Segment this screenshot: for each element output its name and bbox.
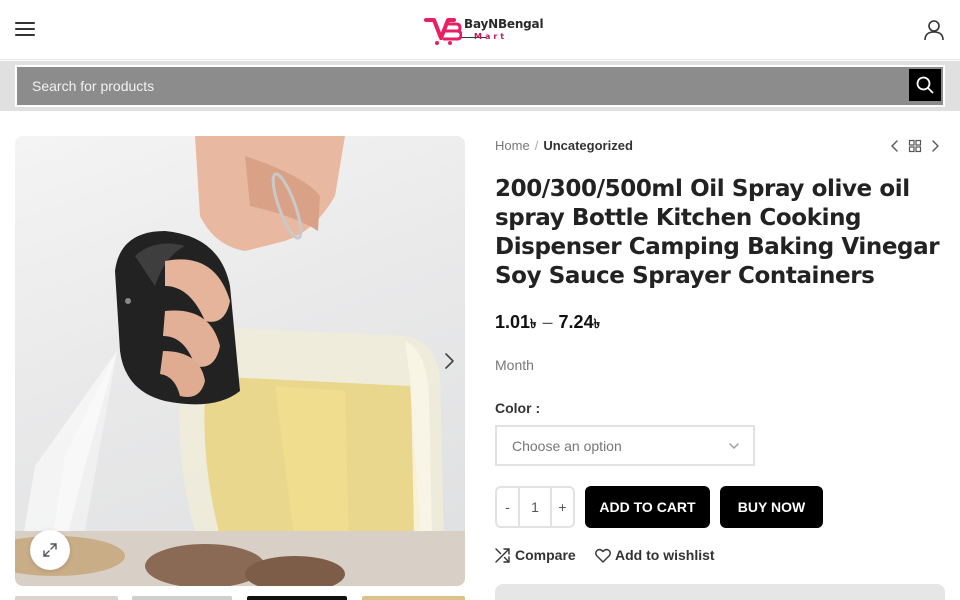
color-label-text: Color bbox=[495, 400, 532, 416]
breadcrumb-separator: / bbox=[534, 138, 539, 153]
buy-now-button[interactable]: BUY NOW bbox=[720, 486, 823, 528]
search-icon bbox=[916, 76, 934, 94]
currency-symbol: ৳ bbox=[530, 317, 537, 332]
grid-icon[interactable] bbox=[908, 139, 922, 153]
compare-arrows-icon bbox=[495, 548, 510, 563]
billing-period: Month bbox=[495, 357, 534, 373]
search-bar-container bbox=[0, 61, 960, 111]
wishlist-link[interactable]: Add to wishlist bbox=[595, 547, 715, 565]
wishlist-label: Add to wishlist bbox=[615, 547, 715, 563]
logo-mark-icon bbox=[424, 18, 462, 45]
price-max: 7.24 bbox=[558, 312, 594, 332]
logo-text: BayNBengal bbox=[464, 17, 544, 31]
heart-icon bbox=[595, 548, 611, 563]
price-separator: – bbox=[542, 312, 553, 332]
product-title: 200/300/500ml Oil Spray olive oil spray … bbox=[495, 176, 940, 289]
product-info-panel bbox=[495, 584, 945, 600]
site-header: BayNBengal Mart bbox=[0, 0, 960, 60]
site-logo[interactable]: BayNBengal Mart bbox=[424, 14, 544, 46]
product-gallery[interactable] bbox=[15, 136, 465, 586]
next-product-icon[interactable] bbox=[928, 139, 942, 153]
breadcrumb: Home / Uncategorized bbox=[495, 138, 633, 153]
search-button[interactable] bbox=[909, 69, 941, 101]
quantity-stepper: - + bbox=[495, 486, 575, 528]
chevron-down-icon bbox=[729, 443, 739, 449]
add-to-cart-button[interactable]: ADD TO CART bbox=[585, 486, 710, 528]
breadcrumb-category[interactable]: Uncategorized bbox=[543, 138, 633, 153]
compare-label: Compare bbox=[515, 547, 576, 563]
currency-symbol: ৳ bbox=[593, 317, 601, 332]
compare-link[interactable]: Compare bbox=[495, 547, 580, 565]
quantity-increase-button[interactable]: + bbox=[550, 486, 575, 528]
quantity-decrease-button[interactable]: - bbox=[495, 486, 520, 528]
logo-subtext: Mart bbox=[474, 32, 508, 41]
gallery-thumbnail[interactable] bbox=[15, 596, 118, 600]
zoom-button[interactable] bbox=[30, 530, 70, 570]
price-min: 1.01 bbox=[495, 312, 531, 332]
gallery-thumbnail[interactable] bbox=[362, 596, 465, 600]
color-label-suffix: : bbox=[531, 400, 541, 416]
gallery-next-arrow-icon[interactable] bbox=[440, 352, 458, 370]
search-input[interactable] bbox=[17, 67, 907, 105]
previous-product-icon[interactable] bbox=[888, 139, 902, 153]
expand-icon bbox=[43, 543, 57, 557]
color-select[interactable]: Choose an option bbox=[495, 425, 755, 466]
user-icon[interactable] bbox=[923, 19, 945, 41]
product-price: 1.01৳ –7.24৳ bbox=[495, 312, 600, 336]
hamburger-icon[interactable] bbox=[15, 22, 35, 38]
color-select-value: Choose an option bbox=[512, 438, 622, 454]
product-photo-illustration bbox=[15, 136, 465, 586]
gallery-thumbnails bbox=[15, 596, 465, 600]
breadcrumb-home[interactable]: Home bbox=[495, 138, 530, 153]
quantity-input[interactable] bbox=[520, 486, 550, 528]
color-label: Color : bbox=[495, 400, 540, 416]
gallery-thumbnail[interactable] bbox=[132, 596, 232, 600]
search-box bbox=[15, 65, 945, 107]
gallery-thumbnail[interactable] bbox=[247, 596, 347, 600]
